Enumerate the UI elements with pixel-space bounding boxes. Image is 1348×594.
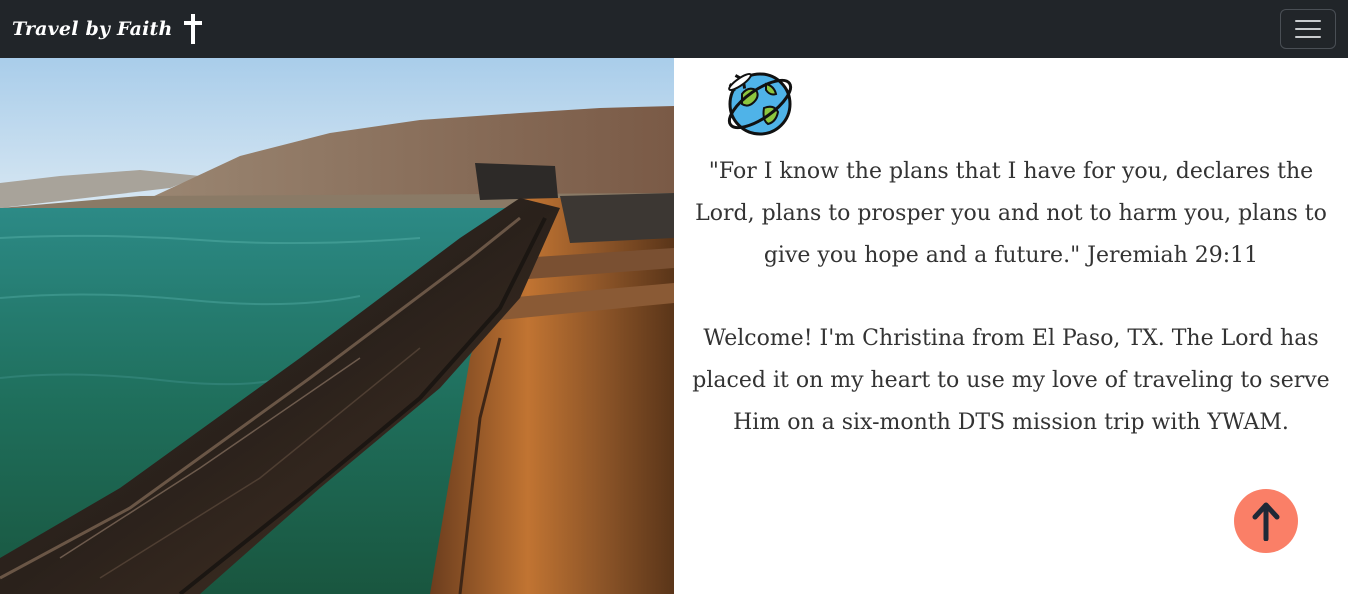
welcome-text: Welcome! I'm Christina from El Paso, TX.…: [692, 326, 1330, 435]
scroll-to-top-button[interactable]: [1234, 489, 1298, 553]
arrow-up-icon: [1252, 502, 1280, 541]
globe-airplane-icon: [727, 72, 793, 136]
bible-verse: "For I know the plans that I have for yo…: [695, 159, 1327, 268]
navbar-toggler-button[interactable]: [1280, 9, 1336, 49]
boat-photo: [0, 58, 674, 594]
hero-image: [0, 58, 674, 594]
brand-link[interactable]: Travel by Faith: [12, 13, 203, 45]
navbar: Travel by Faith: [0, 0, 1348, 58]
cross-icon: [183, 14, 202, 44]
hamburger-menu-icon: [1295, 20, 1321, 22]
brand-title: Travel by Faith: [12, 18, 173, 40]
